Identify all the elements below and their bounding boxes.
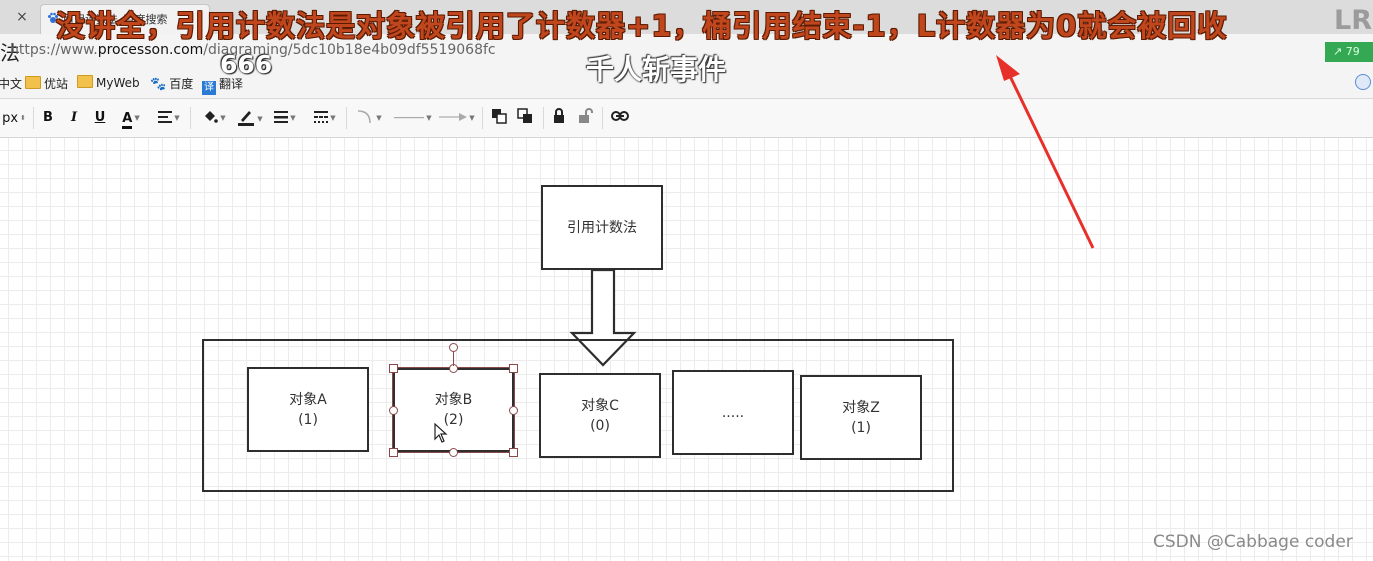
- link-icon: [611, 111, 629, 121]
- editor-toolbar: px ⬍ B I U A ▼ ▼ ▼ ▼ ▼ ▼ ▼ ▼ ▼: [0, 99, 1373, 138]
- ref-count: (1): [298, 411, 318, 428]
- resize-handle[interactable]: [509, 406, 518, 415]
- font-size-select[interactable]: px ⬍: [0, 108, 28, 128]
- unlock-icon: [579, 108, 593, 123]
- unlock-button[interactable]: [577, 108, 595, 128]
- folder-icon: [25, 76, 41, 89]
- baidu-paw-icon: 🐾: [150, 77, 167, 92]
- toolbar-divider: [482, 107, 483, 129]
- fill-color-button[interactable]: ▼: [198, 108, 230, 128]
- bookmark-item[interactable]: 优站: [25, 75, 68, 92]
- translate-icon: 译: [202, 81, 216, 95]
- ref-count: (1): [851, 419, 871, 436]
- resize-handle[interactable]: [509, 448, 518, 457]
- resize-handle[interactable]: [449, 448, 458, 457]
- dash-style-icon: [314, 111, 329, 123]
- bold-button[interactable]: B: [40, 108, 56, 128]
- object-shape[interactable]: .....: [672, 370, 794, 455]
- lock-icon: [554, 108, 564, 123]
- align-button[interactable]: ▼: [154, 108, 184, 128]
- object-shape[interactable]: 对象C (0): [539, 373, 661, 458]
- object-name: .....: [721, 404, 745, 421]
- bookmark-item[interactable]: MyWeb: [77, 75, 140, 90]
- line-width-button[interactable]: ▼: [272, 108, 298, 128]
- bookmark-label: 百度: [169, 77, 194, 91]
- resize-handle[interactable]: [389, 406, 398, 415]
- rotate-handle[interactable]: [449, 343, 458, 352]
- object-name: 对象C: [581, 397, 619, 414]
- resize-handle[interactable]: [389, 448, 398, 457]
- root-shape[interactable]: 引用计数法: [541, 185, 663, 270]
- font-color-button[interactable]: A ▼: [116, 108, 146, 129]
- object-name: 对象B: [434, 392, 473, 408]
- object-shape[interactable]: 对象A (1): [247, 367, 369, 452]
- caption-tail: LRU: [1334, 5, 1373, 36]
- bring-front-button[interactable]: [490, 108, 508, 128]
- connector-style-button[interactable]: ▼: [354, 108, 384, 128]
- resize-handle[interactable]: [389, 364, 398, 373]
- ref-count: (0): [590, 417, 610, 434]
- line-style-button[interactable]: ▼: [310, 108, 340, 128]
- font-size-unit: px: [2, 111, 19, 126]
- start-arrow-button[interactable]: ▼: [392, 108, 434, 128]
- bookmark-label: 优站: [44, 77, 69, 91]
- toolbar-divider: [190, 107, 191, 129]
- paint-bucket-icon: [205, 111, 219, 123]
- zoom-out-icon[interactable]: [1355, 74, 1371, 90]
- tab-close-button[interactable]: ×: [12, 7, 32, 27]
- sub-caption: 千人斩事件: [586, 53, 727, 86]
- font-color-glyph: A: [122, 111, 133, 129]
- end-arrow-button[interactable]: ▼: [438, 108, 476, 128]
- toolbar-divider: [346, 107, 347, 129]
- bookmark-label: MyWeb: [96, 76, 140, 90]
- bring-to-front-icon: [492, 109, 507, 124]
- toolbar-divider: [33, 107, 34, 129]
- folder-icon: [77, 75, 93, 88]
- underline-button[interactable]: U: [92, 108, 108, 128]
- danmaku-comment: 666: [220, 50, 273, 79]
- object-name: 对象A: [289, 391, 327, 408]
- line-color-button[interactable]: ▼: [234, 108, 266, 128]
- bookmark-item[interactable]: 中文: [0, 75, 22, 92]
- send-back-button[interactable]: [516, 108, 534, 128]
- bookmark-label: 中文: [0, 77, 23, 91]
- lock-button[interactable]: [551, 108, 567, 128]
- arrow-right-icon: [439, 113, 468, 121]
- object-name: 对象Z: [842, 399, 880, 416]
- pencil-icon: [238, 111, 255, 126]
- bookmark-item[interactable]: 🐾 百度: [150, 75, 193, 92]
- caption-banner: 没讲全，引用计数法是对象被引用了计数器+1，桶引用结束-1，L计数器为0就会被回…: [56, 9, 1228, 43]
- object-shape-selected[interactable]: 对象B (2): [393, 368, 514, 452]
- shape-label: 引用计数法: [567, 219, 637, 236]
- align-left-icon: [158, 111, 173, 123]
- italic-button[interactable]: I: [66, 108, 82, 128]
- curve-connector-icon: [358, 110, 372, 124]
- annotation-arrow: [996, 55, 1095, 249]
- object-shape[interactable]: 对象Z (1): [800, 375, 922, 460]
- resize-handle[interactable]: [509, 364, 518, 373]
- bookmark-label: 翻译: [219, 77, 244, 91]
- toolbar-divider: [543, 107, 544, 129]
- line-end-icon: [394, 117, 425, 119]
- line-width-icon: [274, 111, 289, 123]
- toolbar-divider: [602, 107, 603, 129]
- zoom-badge[interactable]: ↗ 79: [1325, 42, 1373, 62]
- send-to-back-icon: [517, 108, 532, 123]
- rotate-stem: [453, 351, 454, 366]
- csdn-watermark: CSDN @Cabbage coder: [1153, 532, 1353, 552]
- mouse-cursor-icon: [434, 423, 448, 443]
- link-button[interactable]: [610, 108, 630, 128]
